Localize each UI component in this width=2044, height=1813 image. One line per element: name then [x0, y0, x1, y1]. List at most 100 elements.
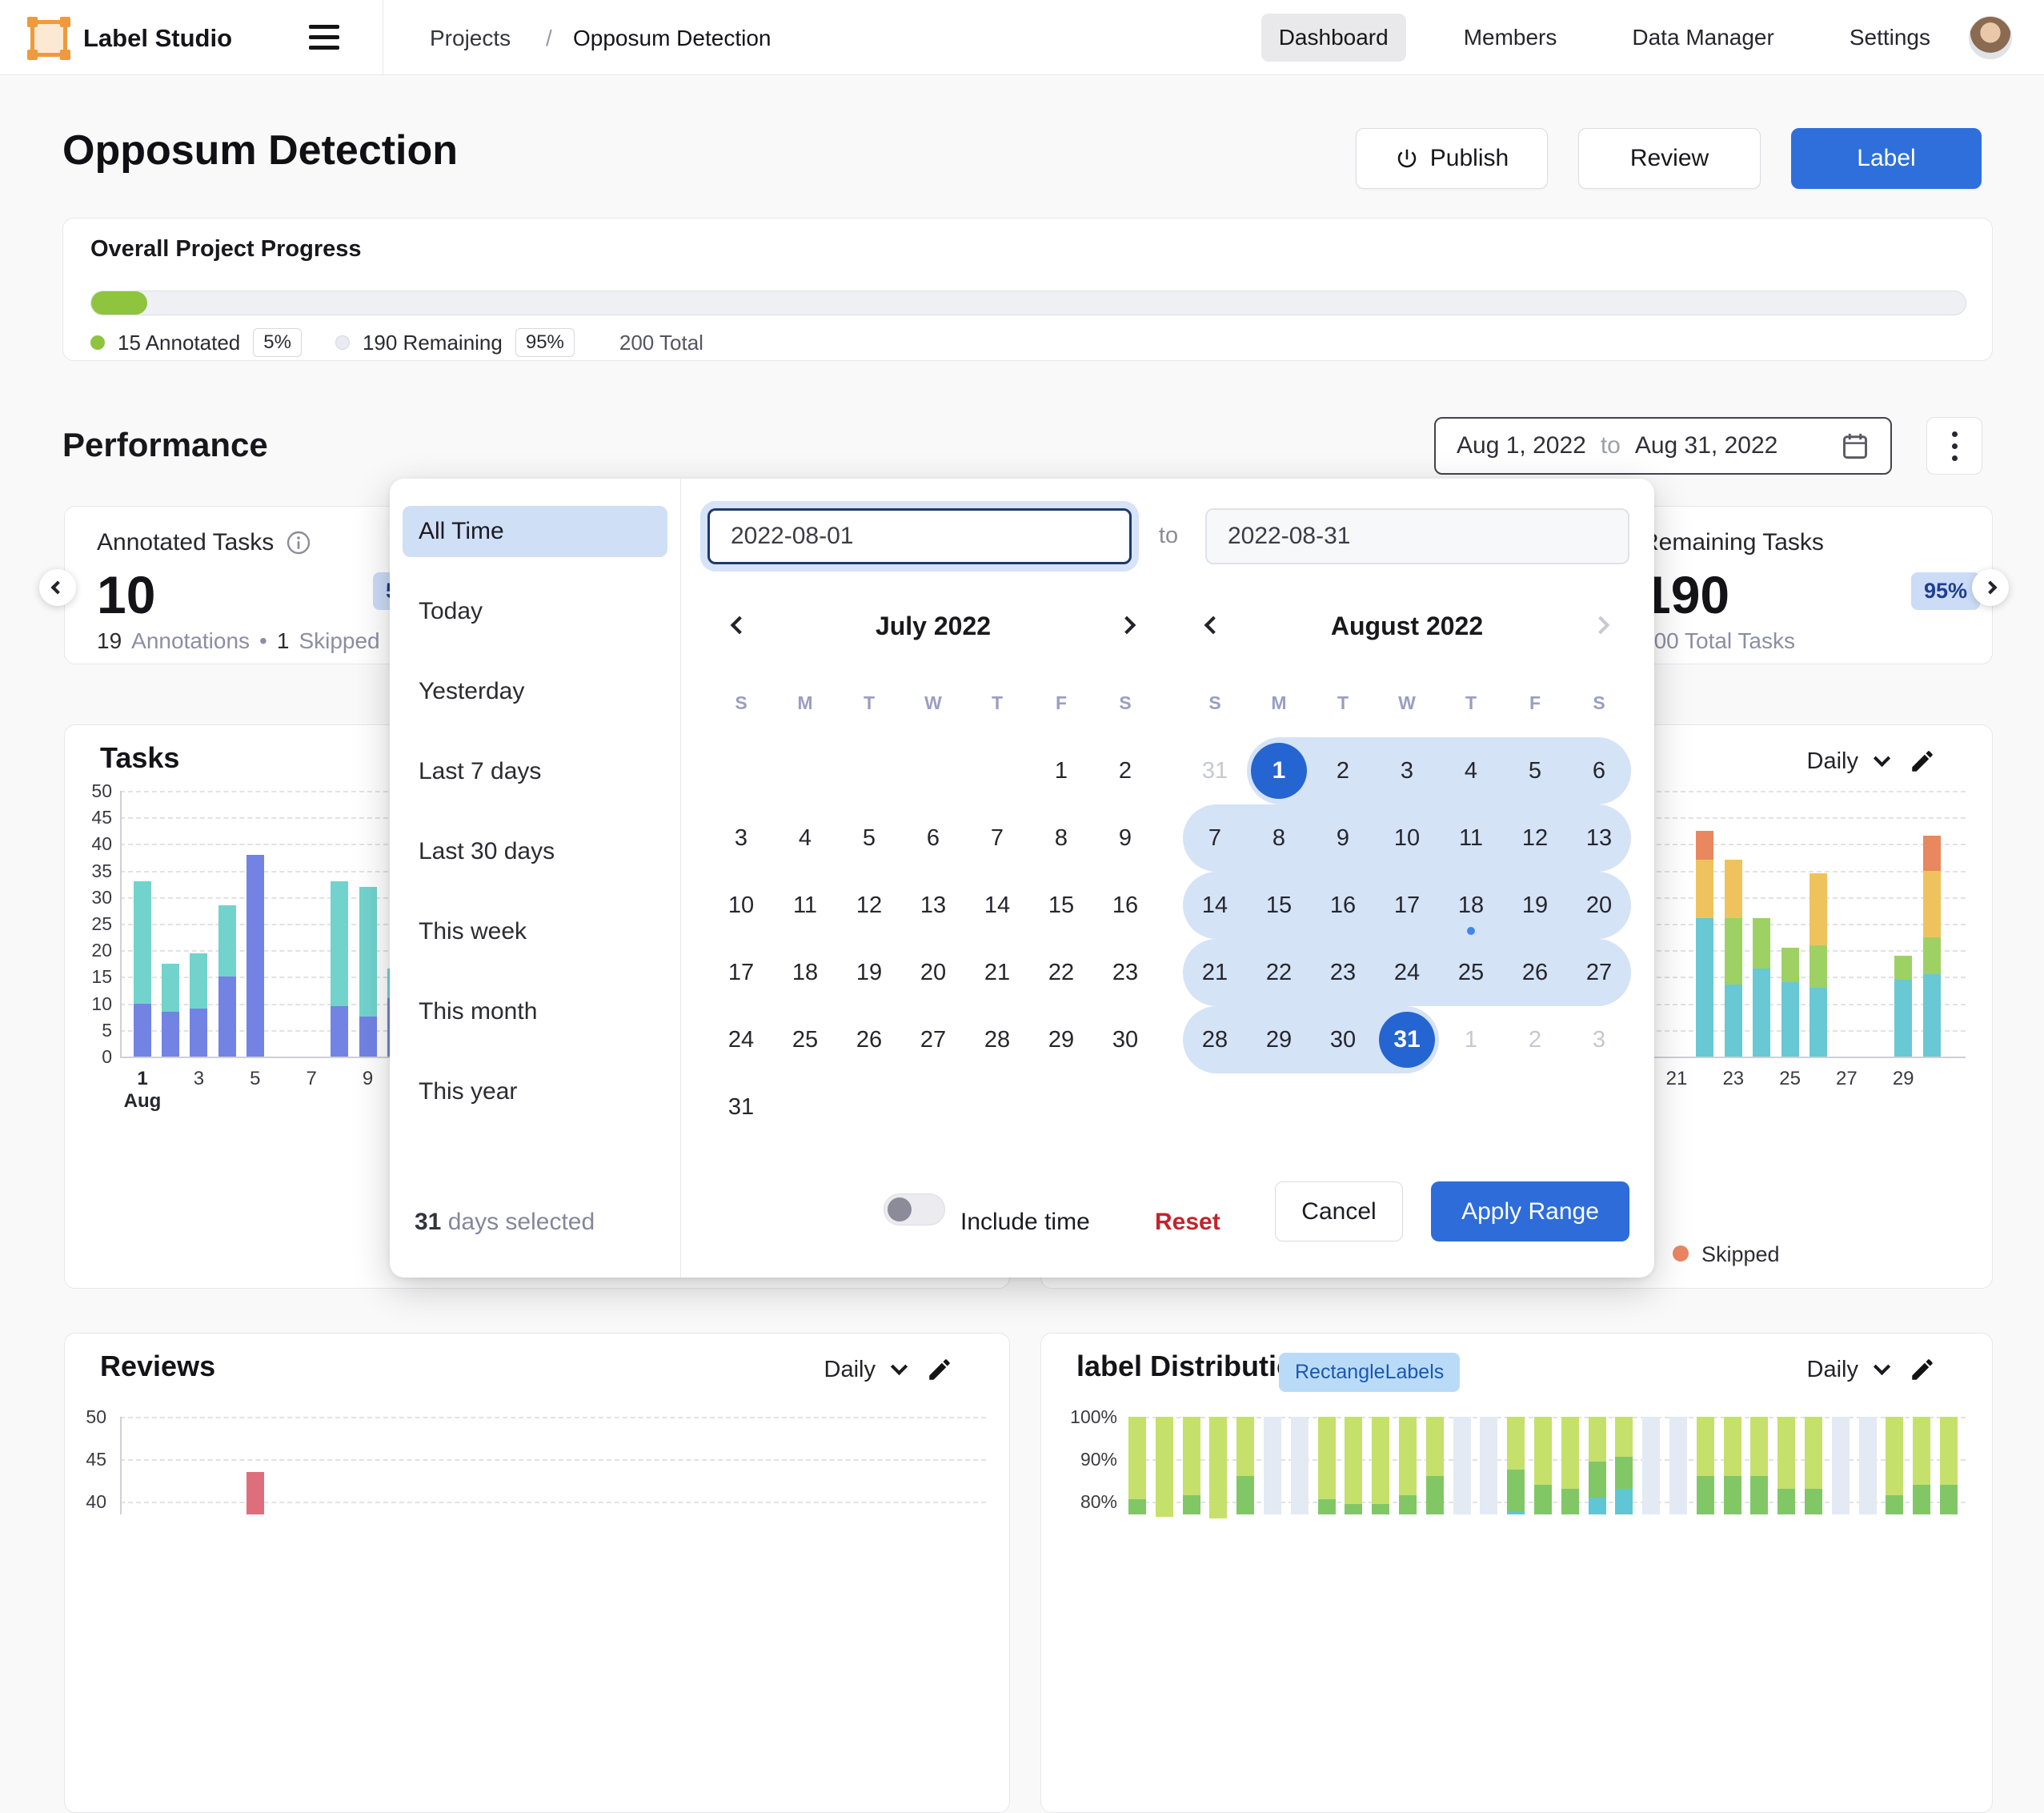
calendar-day[interactable]: 18 — [773, 939, 837, 1006]
apply-range-button[interactable]: Apply Range — [1431, 1181, 1629, 1241]
kebab-menu-button[interactable] — [1926, 417, 1982, 475]
preset-today[interactable]: Today — [403, 586, 667, 637]
edit-pencil-icon[interactable] — [1909, 1356, 1936, 1383]
calendar-day[interactable]: 1 — [1247, 737, 1311, 804]
calendar-day[interactable]: 15 — [1247, 872, 1311, 939]
calendar-day[interactable]: 20 — [1567, 872, 1631, 939]
calendar-day[interactable]: 3 — [1567, 1006, 1631, 1073]
calendar-day[interactable]: 22 — [1029, 939, 1093, 1006]
calendar-day[interactable]: 28 — [965, 1006, 1029, 1073]
calendar-day[interactable]: 20 — [901, 939, 965, 1006]
calendar-day[interactable]: 7 — [1183, 804, 1247, 872]
nav-item-data-manager[interactable]: Data Manager — [1614, 14, 1791, 62]
calendar-day[interactable]: 11 — [773, 872, 837, 939]
calendar-day[interactable]: 25 — [1439, 939, 1503, 1006]
breadcrumb-projects[interactable]: Projects — [430, 26, 511, 51]
stats-next-button[interactable] — [1972, 569, 2009, 606]
calendar-day[interactable]: 26 — [1503, 939, 1567, 1006]
calendar-day[interactable]: 29 — [1029, 1006, 1093, 1073]
calendar-day[interactable]: 5 — [837, 804, 901, 872]
calendar-day[interactable]: 6 — [901, 804, 965, 872]
calendar-day[interactable]: 21 — [1183, 939, 1247, 1006]
label-button[interactable]: Label — [1791, 128, 1982, 189]
calendar-day[interactable]: 16 — [1311, 872, 1375, 939]
calendar-day[interactable]: 5 — [1503, 737, 1567, 804]
calendar-day[interactable]: 26 — [837, 1006, 901, 1073]
calendar-day[interactable]: 13 — [901, 872, 965, 939]
calendar-day[interactable]: 24 — [1375, 939, 1439, 1006]
calendar-day[interactable]: 31 — [1375, 1006, 1439, 1073]
hamburger-menu-icon[interactable] — [309, 25, 339, 50]
reset-button[interactable]: Reset — [1155, 1209, 1220, 1236]
calendar-day[interactable]: 23 — [1093, 939, 1157, 1006]
user-avatar[interactable] — [1969, 16, 2012, 59]
preset-this-week[interactable]: This week — [403, 906, 667, 957]
calendar-next-button[interactable] — [1590, 615, 1611, 636]
calendar-day[interactable]: 30 — [1311, 1006, 1375, 1073]
preset-last-30-days[interactable]: Last 30 days — [403, 826, 667, 877]
include-time-toggle[interactable] — [884, 1193, 945, 1225]
calendar-day[interactable]: 10 — [1375, 804, 1439, 872]
calendar-prev-button[interactable] — [729, 615, 750, 636]
calendar-day[interactable]: 17 — [709, 939, 773, 1006]
calendar-day[interactable]: 14 — [1183, 872, 1247, 939]
calendar-day[interactable]: 19 — [1503, 872, 1567, 939]
calendar-day[interactable]: 2 — [1311, 737, 1375, 804]
date-range-button[interactable]: Aug 1, 2022 to Aug 31, 2022 — [1434, 417, 1892, 475]
preset-this-year[interactable]: This year — [403, 1066, 667, 1117]
calendar-day[interactable]: 1 — [1029, 737, 1093, 804]
reviews-frequency-dropdown[interactable]: Daily — [824, 1357, 905, 1383]
start-date-input[interactable] — [707, 508, 1132, 564]
calendar-day[interactable]: 4 — [1439, 737, 1503, 804]
calendar-next-button[interactable] — [1116, 615, 1137, 636]
calendar-day[interactable]: 3 — [1375, 737, 1439, 804]
calendar-day[interactable]: 21 — [965, 939, 1029, 1006]
calendar-day[interactable]: 31 — [709, 1073, 773, 1141]
calendar-day[interactable]: 4 — [773, 804, 837, 872]
calendar-day[interactable]: 2 — [1503, 1006, 1567, 1073]
calendar-day[interactable]: 2 — [1093, 737, 1157, 804]
publish-button[interactable]: Publish — [1356, 128, 1548, 189]
nav-item-dashboard[interactable]: Dashboard — [1261, 14, 1406, 62]
calendar-day[interactable]: 11 — [1439, 804, 1503, 872]
calendar-day[interactable]: 23 — [1311, 939, 1375, 1006]
annotations-frequency-dropdown[interactable]: Daily — [1807, 748, 1888, 775]
calendar-day[interactable]: 6 — [1567, 737, 1631, 804]
edit-pencil-icon[interactable] — [926, 1356, 953, 1383]
review-button[interactable]: Review — [1578, 128, 1761, 189]
calendar-day[interactable]: 24 — [709, 1006, 773, 1073]
calendar-day[interactable]: 16 — [1093, 872, 1157, 939]
calendar-day[interactable]: 28 — [1183, 1006, 1247, 1073]
calendar-day[interactable]: 19 — [837, 939, 901, 1006]
distribution-frequency-dropdown[interactable]: Daily — [1807, 1357, 1888, 1383]
end-date-input[interactable] — [1205, 508, 1629, 564]
calendar-day[interactable]: 13 — [1567, 804, 1631, 872]
calendar-day[interactable]: 27 — [901, 1006, 965, 1073]
preset-all-time[interactable]: All Time — [403, 506, 667, 557]
calendar-day[interactable]: 8 — [1029, 804, 1093, 872]
calendar-day[interactable]: 9 — [1311, 804, 1375, 872]
calendar-day[interactable]: 10 — [709, 872, 773, 939]
cancel-button[interactable]: Cancel — [1275, 1181, 1403, 1241]
edit-pencil-icon[interactable] — [1909, 748, 1936, 775]
calendar-day[interactable]: 27 — [1567, 939, 1631, 1006]
calendar-day[interactable]: 25 — [773, 1006, 837, 1073]
calendar-day[interactable]: 17 — [1375, 872, 1439, 939]
calendar-day[interactable]: 29 — [1247, 1006, 1311, 1073]
calendar-day[interactable]: 12 — [837, 872, 901, 939]
calendar-day[interactable]: 30 — [1093, 1006, 1157, 1073]
stats-prev-button[interactable] — [39, 569, 76, 606]
preset-yesterday[interactable]: Yesterday — [403, 666, 667, 717]
calendar-day[interactable]: 18 — [1439, 872, 1503, 939]
calendar-day[interactable]: 14 — [965, 872, 1029, 939]
preset-last-7-days[interactable]: Last 7 days — [403, 746, 667, 797]
nav-item-settings[interactable]: Settings — [1832, 14, 1948, 62]
nav-item-members[interactable]: Members — [1446, 14, 1575, 62]
calendar-day[interactable]: 15 — [1029, 872, 1093, 939]
preset-this-month[interactable]: This month — [403, 986, 667, 1037]
calendar-day[interactable]: 8 — [1247, 804, 1311, 872]
calendar-day[interactable]: 12 — [1503, 804, 1567, 872]
calendar-day[interactable]: 1 — [1439, 1006, 1503, 1073]
calendar-day[interactable]: 22 — [1247, 939, 1311, 1006]
calendar-day[interactable]: 3 — [709, 804, 773, 872]
